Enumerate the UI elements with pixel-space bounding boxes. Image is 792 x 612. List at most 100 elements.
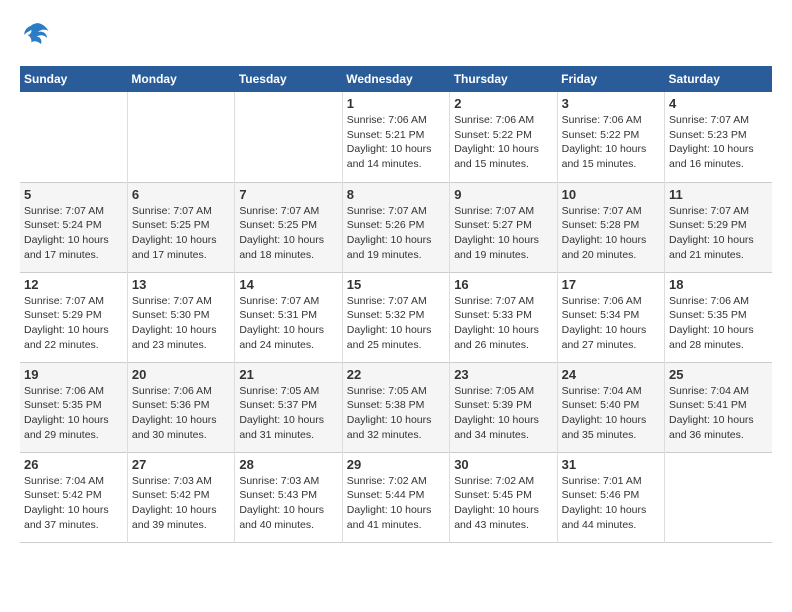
day-number: 7	[239, 187, 337, 202]
day-number: 16	[454, 277, 552, 292]
calendar-cell: 9 Sunrise: 7:07 AM Sunset: 5:27 PM Daylig…	[450, 182, 557, 272]
day-info: Sunrise: 7:07 AM Sunset: 5:33 PM Dayligh…	[454, 294, 552, 353]
day-number: 24	[562, 367, 660, 382]
day-info: Sunrise: 7:06 AM Sunset: 5:35 PM Dayligh…	[669, 294, 768, 353]
calendar-cell: 14 Sunrise: 7:07 AM Sunset: 5:31 PM Dayli…	[235, 272, 342, 362]
calendar-cell: 5Sunrise: 7:07 AM Sunset: 5:24 PM Daylig…	[20, 182, 127, 272]
calendar-cell: 22 Sunrise: 7:05 AM Sunset: 5:38 PM Dayli…	[342, 362, 449, 452]
calendar-table: SundayMondayTuesdayWednesdayThursdayFrid…	[20, 66, 772, 543]
day-number: 11	[669, 187, 768, 202]
day-number: 18	[669, 277, 768, 292]
day-number: 23	[454, 367, 552, 382]
weekday-header-thursday: Thursday	[450, 66, 557, 92]
page-header	[20, 20, 772, 50]
calendar-cell	[20, 92, 127, 182]
calendar-cell: 11 Sunrise: 7:07 AM Sunset: 5:29 PM Dayli…	[665, 182, 772, 272]
calendar-cell: 3 Sunrise: 7:06 AM Sunset: 5:22 PM Daylig…	[557, 92, 664, 182]
day-number: 21	[239, 367, 337, 382]
day-info: Sunrise: 7:07 AM Sunset: 5:29 PM Dayligh…	[669, 204, 768, 263]
day-info: Sunrise: 7:06 AM Sunset: 5:34 PM Dayligh…	[562, 294, 660, 353]
day-info: Sunrise: 7:04 AM Sunset: 5:41 PM Dayligh…	[669, 384, 768, 443]
calendar-cell: 6Sunrise: 7:07 AM Sunset: 5:25 PM Daylig…	[127, 182, 234, 272]
calendar-week-4: 19 Sunrise: 7:06 AM Sunset: 5:35 PM Dayli…	[20, 362, 772, 452]
logo	[20, 20, 54, 50]
calendar-cell: 2 Sunrise: 7:06 AM Sunset: 5:22 PM Daylig…	[450, 92, 557, 182]
day-number: 26	[24, 457, 123, 472]
day-number: 3	[562, 96, 660, 111]
day-info: Sunrise: 7:05 AM Sunset: 5:39 PM Dayligh…	[454, 384, 552, 443]
calendar-cell: 1Sunrise: 7:06 AM Sunset: 5:21 PM Daylig…	[342, 92, 449, 182]
day-number: 27	[132, 457, 230, 472]
day-info: Sunrise: 7:04 AM Sunset: 5:40 PM Dayligh…	[562, 384, 660, 443]
day-number: 31	[562, 457, 660, 472]
calendar-week-5: 26Sunrise: 7:04 AM Sunset: 5:42 PM Dayli…	[20, 452, 772, 542]
day-info: Sunrise: 7:05 AM Sunset: 5:38 PM Dayligh…	[347, 384, 445, 443]
calendar-cell: 21 Sunrise: 7:05 AM Sunset: 5:37 PM Dayli…	[235, 362, 342, 452]
calendar-week-2: 5Sunrise: 7:07 AM Sunset: 5:24 PM Daylig…	[20, 182, 772, 272]
calendar-cell: 23 Sunrise: 7:05 AM Sunset: 5:39 PM Dayli…	[450, 362, 557, 452]
weekday-header-row: SundayMondayTuesdayWednesdayThursdayFrid…	[20, 66, 772, 92]
calendar-cell: 20 Sunrise: 7:06 AM Sunset: 5:36 PM Dayli…	[127, 362, 234, 452]
calendar-cell	[127, 92, 234, 182]
day-number: 15	[347, 277, 445, 292]
day-number: 6	[132, 187, 230, 202]
calendar-cell: 27 Sunrise: 7:03 AM Sunset: 5:42 PM Dayli…	[127, 452, 234, 542]
calendar-cell: 8 Sunrise: 7:07 AM Sunset: 5:26 PM Daylig…	[342, 182, 449, 272]
calendar-cell: 12Sunrise: 7:07 AM Sunset: 5:29 PM Dayli…	[20, 272, 127, 362]
day-number: 25	[669, 367, 768, 382]
day-number: 8	[347, 187, 445, 202]
logo-icon	[20, 20, 50, 50]
day-info: Sunrise: 7:07 AM Sunset: 5:31 PM Dayligh…	[239, 294, 337, 353]
day-info: Sunrise: 7:07 AM Sunset: 5:30 PM Dayligh…	[132, 294, 230, 353]
calendar-cell: 25 Sunrise: 7:04 AM Sunset: 5:41 PM Dayli…	[665, 362, 772, 452]
day-number: 10	[562, 187, 660, 202]
calendar-cell: 24 Sunrise: 7:04 AM Sunset: 5:40 PM Dayli…	[557, 362, 664, 452]
day-number: 28	[239, 457, 337, 472]
day-info: Sunrise: 7:07 AM Sunset: 5:27 PM Dayligh…	[454, 204, 552, 263]
day-number: 20	[132, 367, 230, 382]
day-number: 4	[669, 96, 768, 111]
calendar-cell: 29 Sunrise: 7:02 AM Sunset: 5:44 PM Dayli…	[342, 452, 449, 542]
day-info: Sunrise: 7:07 AM Sunset: 5:26 PM Dayligh…	[347, 204, 445, 263]
weekday-header-monday: Monday	[127, 66, 234, 92]
calendar-cell: 13Sunrise: 7:07 AM Sunset: 5:30 PM Dayli…	[127, 272, 234, 362]
day-info: Sunrise: 7:03 AM Sunset: 5:43 PM Dayligh…	[239, 474, 337, 533]
day-info: Sunrise: 7:06 AM Sunset: 5:36 PM Dayligh…	[132, 384, 230, 443]
day-number: 14	[239, 277, 337, 292]
weekday-header-sunday: Sunday	[20, 66, 127, 92]
day-info: Sunrise: 7:02 AM Sunset: 5:44 PM Dayligh…	[347, 474, 445, 533]
calendar-cell: 18 Sunrise: 7:06 AM Sunset: 5:35 PM Dayli…	[665, 272, 772, 362]
weekday-header-tuesday: Tuesday	[235, 66, 342, 92]
day-info: Sunrise: 7:01 AM Sunset: 5:46 PM Dayligh…	[562, 474, 660, 533]
calendar-cell	[235, 92, 342, 182]
calendar-cell: 7 Sunrise: 7:07 AM Sunset: 5:25 PM Daylig…	[235, 182, 342, 272]
day-info: Sunrise: 7:06 AM Sunset: 5:35 PM Dayligh…	[24, 384, 123, 443]
calendar-cell: 16 Sunrise: 7:07 AM Sunset: 5:33 PM Dayli…	[450, 272, 557, 362]
day-info: Sunrise: 7:06 AM Sunset: 5:21 PM Dayligh…	[347, 113, 445, 172]
calendar-cell: 15 Sunrise: 7:07 AM Sunset: 5:32 PM Dayli…	[342, 272, 449, 362]
day-info: Sunrise: 7:06 AM Sunset: 5:22 PM Dayligh…	[454, 113, 552, 172]
day-info: Sunrise: 7:06 AM Sunset: 5:22 PM Dayligh…	[562, 113, 660, 172]
calendar-cell: 26Sunrise: 7:04 AM Sunset: 5:42 PM Dayli…	[20, 452, 127, 542]
day-info: Sunrise: 7:07 AM Sunset: 5:29 PM Dayligh…	[24, 294, 123, 353]
day-info: Sunrise: 7:07 AM Sunset: 5:24 PM Dayligh…	[24, 204, 123, 263]
day-info: Sunrise: 7:07 AM Sunset: 5:32 PM Dayligh…	[347, 294, 445, 353]
day-info: Sunrise: 7:07 AM Sunset: 5:25 PM Dayligh…	[239, 204, 337, 263]
calendar-cell: 30Sunrise: 7:02 AM Sunset: 5:45 PM Dayli…	[450, 452, 557, 542]
day-info: Sunrise: 7:07 AM Sunset: 5:28 PM Dayligh…	[562, 204, 660, 263]
calendar-cell: 4 Sunrise: 7:07 AM Sunset: 5:23 PM Daylig…	[665, 92, 772, 182]
weekday-header-wednesday: Wednesday	[342, 66, 449, 92]
calendar-cell	[665, 452, 772, 542]
day-number: 30	[454, 457, 552, 472]
day-number: 22	[347, 367, 445, 382]
day-info: Sunrise: 7:05 AM Sunset: 5:37 PM Dayligh…	[239, 384, 337, 443]
day-info: Sunrise: 7:07 AM Sunset: 5:23 PM Dayligh…	[669, 113, 768, 172]
calendar-cell: 19 Sunrise: 7:06 AM Sunset: 5:35 PM Dayli…	[20, 362, 127, 452]
day-number: 9	[454, 187, 552, 202]
day-number: 2	[454, 96, 552, 111]
weekday-header-friday: Friday	[557, 66, 664, 92]
day-info: Sunrise: 7:03 AM Sunset: 5:42 PM Dayligh…	[132, 474, 230, 533]
day-number: 19	[24, 367, 123, 382]
day-number: 29	[347, 457, 445, 472]
calendar-cell: 10 Sunrise: 7:07 AM Sunset: 5:28 PM Dayli…	[557, 182, 664, 272]
